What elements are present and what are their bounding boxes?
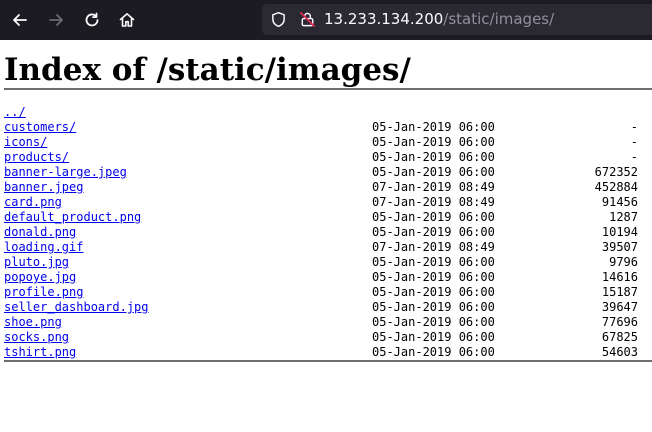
file-size: 9796 <box>609 255 638 269</box>
directory-listing: ../customers/05-Jan-2019 06:00- icons/05-… <box>4 105 652 360</box>
file-link[interactable]: profile.png <box>4 285 83 300</box>
listing-row: card.png 07-Jan-2019 08:49 91456 <box>4 195 652 210</box>
listing-row: ../ <box>4 105 652 120</box>
shield-icon[interactable] <box>270 11 287 28</box>
file-size: 452884 <box>594 180 638 194</box>
file-size: 15187 <box>601 285 638 299</box>
page-content: Index of /static/images/ ../customers/05… <box>0 52 652 362</box>
file-link[interactable]: shoe.png <box>4 315 62 330</box>
modified-date: 05-Jan-2019 06:00 <box>372 300 495 314</box>
listing-row: loading.gif 07-Jan-2019 08:49 39507 <box>4 240 652 255</box>
home-icon <box>119 13 135 27</box>
listing-row: customers/05-Jan-2019 06:00 - <box>4 120 652 135</box>
file-size: 91456 <box>601 195 638 209</box>
home-button[interactable] <box>113 6 141 34</box>
listing-row: shoe.png 05-Jan-2019 06:00 77696 <box>4 315 652 330</box>
file-link[interactable]: products/ <box>4 150 69 165</box>
arrow-left-icon <box>13 14 27 26</box>
file-link[interactable]: popoye.jpg <box>4 270 76 285</box>
file-link[interactable]: tshirt.png <box>4 345 76 360</box>
listing-row: products/05-Jan-2019 06:00 - <box>4 150 652 165</box>
file-size: - <box>630 135 638 149</box>
url-bar[interactable]: 13.233.134.200/static/images/ <box>262 4 652 35</box>
modified-date: 05-Jan-2019 06:00 <box>372 210 495 224</box>
modified-date: 05-Jan-2019 06:00 <box>372 315 495 329</box>
divider-bottom <box>4 360 652 362</box>
file-size: 39647 <box>601 300 638 314</box>
modified-date: 05-Jan-2019 06:00 <box>372 345 495 359</box>
file-link[interactable]: pluto.jpg <box>4 255 69 270</box>
divider-top <box>4 88 652 90</box>
listing-row: banner-large.jpeg 05-Jan-2019 06:00 672352 <box>4 165 652 180</box>
page-title: Index of /static/images/ <box>4 52 411 88</box>
url-host: 13.233.134.200 <box>324 10 444 28</box>
modified-date: 05-Jan-2019 06:00 <box>372 135 495 149</box>
file-size: 39507 <box>601 240 638 254</box>
file-link[interactable]: customers/ <box>4 120 76 135</box>
file-size: 14616 <box>601 270 638 284</box>
file-link[interactable]: socks.png <box>4 330 69 345</box>
listing-row: pluto.jpg 05-Jan-2019 06:00 9796 <box>4 255 652 270</box>
modified-date: 07-Jan-2019 08:49 <box>372 240 495 254</box>
file-size: 54603 <box>601 345 638 359</box>
modified-date: 05-Jan-2019 06:00 <box>372 255 495 269</box>
file-link[interactable]: default_product.png <box>4 210 141 225</box>
modified-date: 05-Jan-2019 06:00 <box>372 165 495 179</box>
file-size: 672352 <box>594 165 638 179</box>
arrow-right-icon <box>49 14 63 26</box>
listing-row: profile.png 05-Jan-2019 06:00 15187 <box>4 285 652 300</box>
modified-date: 05-Jan-2019 06:00 <box>372 330 495 344</box>
modified-date: 05-Jan-2019 06:00 <box>372 225 495 239</box>
forward-button[interactable] <box>42 6 70 34</box>
file-size: 77696 <box>601 315 638 329</box>
listing-row: icons/05-Jan-2019 06:00 - <box>4 135 652 150</box>
modified-date: 05-Jan-2019 06:00 <box>372 150 495 164</box>
back-button[interactable] <box>6 6 34 34</box>
file-link[interactable]: ../ <box>4 105 26 120</box>
file-size: 67825 <box>601 330 638 344</box>
modified-date: 05-Jan-2019 06:00 <box>372 270 495 284</box>
reload-icon <box>85 12 99 27</box>
file-link[interactable]: banner-large.jpeg <box>4 165 127 180</box>
file-size: - <box>630 120 638 134</box>
listing-row: socks.png 05-Jan-2019 06:00 67825 <box>4 330 652 345</box>
file-size: - <box>630 150 638 164</box>
listing-row: donald.png 05-Jan-2019 06:00 10194 <box>4 225 652 240</box>
file-link[interactable]: banner.jpeg <box>4 180 83 195</box>
modified-date: 07-Jan-2019 08:49 <box>372 195 495 209</box>
file-size: 1287 <box>609 210 638 224</box>
lock-slash-icon[interactable] <box>299 11 316 28</box>
listing-row: seller_dashboard.jpg 05-Jan-2019 06:00 396… <box>4 300 652 315</box>
modified-date: 05-Jan-2019 06:00 <box>372 285 495 299</box>
browser-toolbar: 13.233.134.200/static/images/ <box>0 0 652 40</box>
file-link[interactable]: card.png <box>4 195 62 210</box>
file-link[interactable]: donald.png <box>4 225 76 240</box>
modified-date: 07-Jan-2019 08:49 <box>372 180 495 194</box>
file-link[interactable]: icons/ <box>4 135 47 150</box>
url-path: /static/images/ <box>443 10 555 28</box>
listing-row: tshirt.png 05-Jan-2019 06:00 54603 <box>4 345 652 360</box>
file-size: 10194 <box>601 225 638 239</box>
reload-button[interactable] <box>78 6 106 34</box>
listing-row: banner.jpeg 07-Jan-2019 08:49 452884 <box>4 180 652 195</box>
listing-row: popoye.jpg 05-Jan-2019 06:00 14616 <box>4 270 652 285</box>
url-text[interactable]: 13.233.134.200/static/images/ <box>324 4 554 35</box>
file-link[interactable]: seller_dashboard.jpg <box>4 300 149 315</box>
modified-date: 05-Jan-2019 06:00 <box>372 120 495 134</box>
file-link[interactable]: loading.gif <box>4 240 83 255</box>
listing-row: default_product.png 05-Jan-2019 06:00 1287 <box>4 210 652 225</box>
